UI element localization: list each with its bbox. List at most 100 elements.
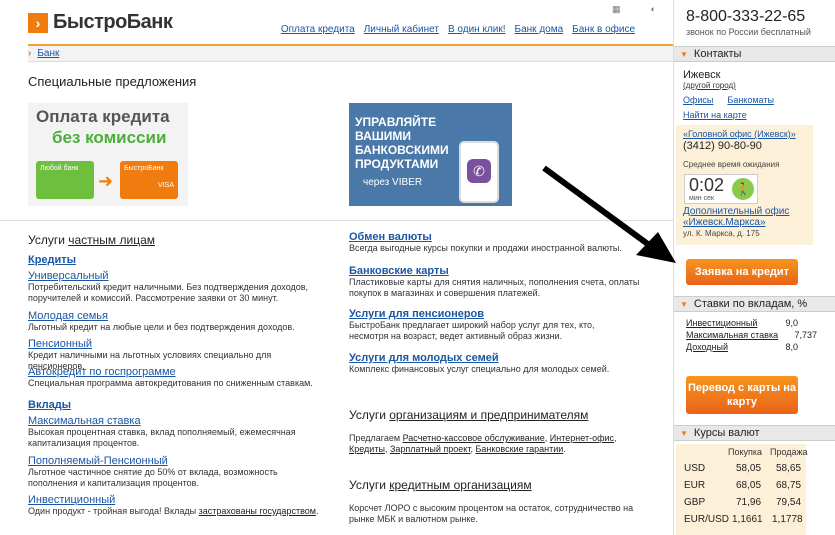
other-city-link[interactable]: (другой город)	[683, 81, 736, 90]
nav-loan-payment[interactable]: Оплата кредита	[281, 24, 355, 35]
org-services-desc: Предлагаем Расчетно-кассовое обслуживани…	[349, 433, 617, 454]
insured-link[interactable]: застрахованы государством	[199, 506, 316, 516]
top-nav: Оплата кредита Личный кабинет В один кли…	[281, 24, 635, 35]
chevron-down-icon: ▼	[680, 428, 688, 438]
nav-bank-office[interactable]: Банк в офисе	[572, 24, 635, 35]
credit-org-title-link[interactable]: кредитным организациям	[389, 478, 531, 492]
fx-buy: 71,96	[736, 497, 762, 508]
credit-org-desc: Корсчет ЛОРО с высоким процентом на оста…	[349, 503, 634, 524]
credit-auto-link[interactable]: Автокредит по госпрограмме	[28, 366, 328, 378]
bank-cards-link[interactable]: Банковские карты	[349, 265, 649, 277]
card-bystrobank: БыстроБанк VISA	[120, 161, 178, 199]
walking-person-icon: 🚶	[732, 178, 754, 200]
banner2-via: через VIBER	[363, 177, 423, 188]
banner2-text: УПРАВЛЯЙТЕ ВАШИМИ БАНКОВСКИМИ ПРОДУКТАМИ	[355, 115, 449, 171]
nav-personal-cabinet[interactable]: Личный кабинет	[364, 24, 439, 35]
deposit-max-rate-link[interactable]: Максимальная ставка	[28, 415, 318, 427]
young-family-services-link[interactable]: Услуги для молодых семей	[349, 352, 629, 364]
middle-item: Услуги для пенсионеров БыстроБанк предла…	[349, 308, 629, 342]
deposit-item: Инвестиционный Один продукт - тройная вы…	[28, 494, 328, 517]
grid-icon[interactable]: ▦	[612, 4, 621, 15]
deposit-pension-link[interactable]: Пополняемый-Пенсионный	[28, 455, 318, 467]
chevron-down-icon: ▼	[680, 49, 688, 59]
fx-sell-header: Продажа	[770, 447, 808, 457]
banner-viber[interactable]: УПРАВЛЯЙТЕ ВАШИМИ БАНКОВСКИМИ ПРОДУКТАМИ…	[349, 103, 512, 206]
private-title-link[interactable]: частным лицам	[68, 233, 155, 247]
org-title-link[interactable]: организациям и предпринимателям	[389, 408, 588, 422]
rates-title: Ставки по вкладам, %	[693, 298, 808, 310]
middle-item: Обмен валюты Всегда выгодные курсы покуп…	[349, 231, 624, 254]
rate-row: Доходный 8,0	[686, 342, 835, 354]
visa-logo: VISA	[158, 182, 174, 189]
fx-sell: 68,75	[776, 480, 802, 491]
credit-org-title-prefix: Услуги	[349, 478, 386, 492]
currency-exchange-link[interactable]: Обмен валюты	[349, 231, 624, 243]
middle-item: Банковские карты Пластиковые карты для с…	[349, 265, 649, 299]
card-any-bank: Любой банк	[36, 161, 94, 199]
rate-name[interactable]: Максимальная ставка	[686, 330, 778, 342]
rate-value: 7,737	[794, 330, 817, 340]
org-link-credits[interactable]: Кредиты	[349, 444, 385, 454]
currency-exchange-desc: Всегда выгодные курсы покупки и продажи …	[349, 243, 622, 253]
credit-universal-desc: Потребительский кредит наличными. Без по…	[28, 282, 309, 303]
rates-header[interactable]: ▼ Ставки по вкладам, %	[674, 296, 835, 312]
contrast-icon[interactable]: ◐	[651, 4, 656, 15]
private-title-prefix: Услуги	[28, 233, 65, 247]
header-icons: ▦ ◐	[612, 4, 656, 15]
credit-item: Универсальный Потребительский кредит нал…	[28, 270, 328, 304]
credit-young-family-desc: Льготный кредит на любые цели и без подт…	[28, 322, 295, 332]
deposit-invest-desc: Один продукт - тройная выгода! Вклады за…	[28, 506, 328, 517]
fx-currency: EUR	[684, 480, 706, 491]
apply-credit-button[interactable]: Заявка на кредит	[686, 259, 798, 285]
org-link-internet-office[interactable]: Интернет-офис	[550, 433, 614, 443]
credit-pension-link[interactable]: Пенсионный	[28, 338, 328, 350]
atms-link[interactable]: Банкоматы	[727, 95, 774, 105]
org-link-guarantees[interactable]: Банковские гарантии	[476, 444, 564, 454]
pensioner-services-desc: БыстроБанк предлагает широкий набор услу…	[349, 320, 595, 341]
breadcrumb: › Банк	[28, 46, 673, 62]
extra-office-link[interactable]: Дополнительный офис «Ижевск.Маркса»	[683, 206, 808, 228]
wait-timer: 0:02 мин сек 🚶	[684, 174, 758, 204]
rate-name[interactable]: Инвестиционный	[686, 318, 757, 330]
wait-label: Среднее время ожидания	[683, 160, 780, 169]
nav-bank-home[interactable]: Банк дома	[515, 24, 564, 35]
fx-currency: USD	[684, 463, 706, 474]
fx-buy: 68,05	[736, 480, 762, 491]
fx-buy-header: Покупка	[728, 447, 763, 457]
org-link-salary[interactable]: Зарплатный проект	[390, 444, 471, 454]
nav-one-click[interactable]: В один клик!	[448, 24, 506, 35]
rates-list: Инвестиционный 9,0 Максимальная ставка 7,7…	[686, 318, 835, 354]
card-transfer-button[interactable]: Перевод с карты на карту	[686, 376, 798, 414]
timer-units: мин сек	[689, 195, 714, 202]
breadcrumb-bank[interactable]: Банк	[37, 48, 59, 59]
head-office-link[interactable]: «Головной офис (Ижевск)»	[683, 129, 796, 139]
phone-icon: ✆	[459, 141, 499, 203]
fx-sell: 58,65	[776, 463, 802, 474]
deposits-category[interactable]: Вклады	[28, 399, 71, 411]
contacts-title: Контакты	[693, 48, 742, 60]
credits-category[interactable]: Кредиты	[28, 254, 76, 266]
private-services-title: Услуги частным лицам	[28, 233, 155, 247]
hotline-phone: 8-800-333-22-65	[686, 8, 806, 25]
contacts-header[interactable]: ▼ Контакты	[674, 46, 835, 62]
deposit-invest-link[interactable]: Инвестиционный	[28, 494, 328, 506]
fx-header[interactable]: ▼ Курсы валют	[674, 425, 835, 441]
logo[interactable]: › БыстроБанк	[28, 11, 173, 34]
rate-row: Максимальная ставка 7,737	[686, 330, 835, 342]
fx-currency: EUR/USD	[684, 514, 730, 525]
banner1-line1: Оплата кредита	[36, 107, 170, 126]
org-link-rko[interactable]: Расчетно-кассовое обслуживание	[403, 433, 545, 443]
org-services-title: Услуги организациям и предпринимателям	[349, 408, 588, 422]
deposit-item: Пополняемый-Пенсионный Льготное частично…	[28, 455, 318, 489]
pensioner-services-link[interactable]: Услуги для пенсионеров	[349, 308, 629, 320]
find-on-map-link[interactable]: Найти на карте	[683, 110, 747, 120]
org-lead: Предлагаем	[349, 433, 401, 443]
credit-young-family-link[interactable]: Молодая семья	[28, 310, 328, 322]
offices-link[interactable]: Офисы	[683, 95, 713, 105]
rate-name[interactable]: Доходный	[686, 342, 728, 354]
fx-title: Курсы валют	[693, 427, 760, 439]
credit-item: Молодая семья Льготный кредит на любые ц…	[28, 310, 328, 333]
chevron-down-icon: ▼	[680, 299, 688, 309]
banner-loan-payment[interactable]: Оплата кредита без комиссии Любой банк ➜…	[28, 103, 188, 206]
credit-universal-link[interactable]: Универсальный	[28, 270, 328, 282]
